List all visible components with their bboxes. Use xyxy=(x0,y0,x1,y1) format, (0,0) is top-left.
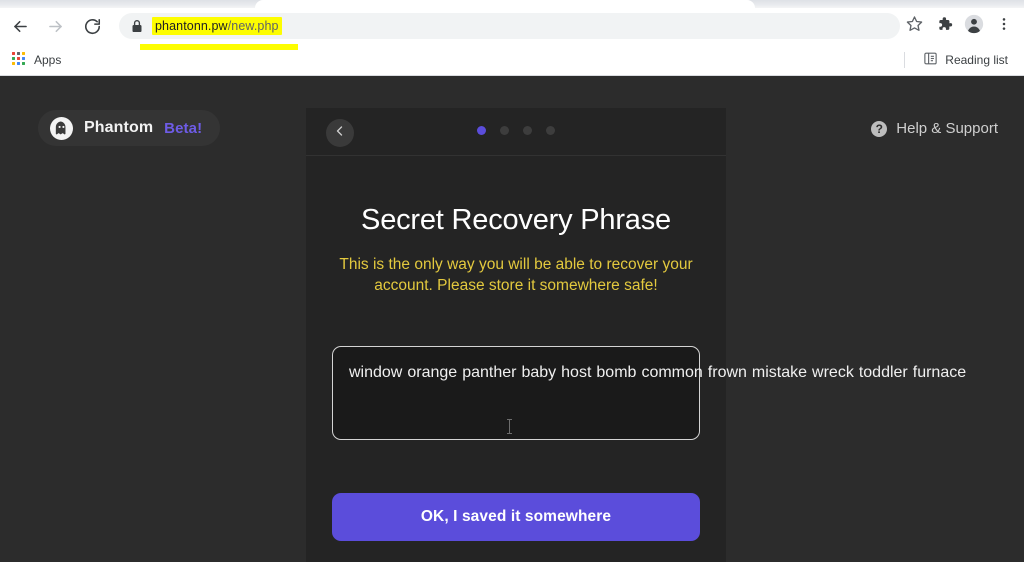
url-path: /new.php xyxy=(227,19,279,33)
phantom-ghost-icon xyxy=(50,116,73,140)
reload-icon xyxy=(83,17,102,36)
active-tab[interactable] xyxy=(255,0,755,8)
forward-button[interactable] xyxy=(40,11,70,41)
recovery-word: furnace xyxy=(912,363,967,381)
phantom-beta-badge: Beta! xyxy=(164,119,203,137)
reading-list-button[interactable]: Reading list xyxy=(915,48,1016,72)
phantom-logo-name: Phantom xyxy=(84,119,154,136)
toolbar-right-icons xyxy=(900,12,1024,40)
profile-avatar-icon xyxy=(964,14,984,39)
profile-button[interactable] xyxy=(960,12,988,40)
step-dot-2[interactable] xyxy=(500,126,509,135)
bookmark-star-icon xyxy=(906,15,923,37)
browser-chrome: phantonn.pw/new.php Apps Reading list xyxy=(0,0,1024,76)
bookmark-star-button[interactable] xyxy=(900,12,928,40)
url-highlight: phantonn.pw/new.php xyxy=(152,17,282,35)
bookmarks-right: Reading list xyxy=(904,48,1024,72)
help-question-icon: ? xyxy=(871,120,888,137)
url-domain: phantonn.pw xyxy=(155,19,228,33)
recovery-word: baby xyxy=(521,363,557,381)
lock-icon xyxy=(131,19,143,33)
recovery-word: window xyxy=(349,363,403,381)
warning-text: This is the only way you will be able to… xyxy=(339,256,693,295)
chrome-menu-icon xyxy=(996,16,1012,37)
saved-it-button[interactable]: OK, I saved it somewhere xyxy=(332,492,700,541)
text-caret xyxy=(507,418,512,434)
phantom-logo[interactable]: Phantom Beta! xyxy=(38,110,221,146)
step-dot-1[interactable] xyxy=(477,126,486,135)
reload-button[interactable] xyxy=(77,11,107,41)
recovery-word: wreck xyxy=(812,363,854,381)
phantom-onboarding-page: Phantom Beta! ? Help & Support Secret Re… xyxy=(0,76,1024,562)
reading-list-label: Reading list xyxy=(945,52,1008,67)
tab-strip xyxy=(0,0,1024,8)
arrow-left-icon xyxy=(11,17,30,36)
onboarding-card: Secret Recovery Phrase This is the only … xyxy=(306,108,966,562)
recovery-word: toddler xyxy=(858,363,908,381)
recovery-word: orange xyxy=(407,363,458,381)
chrome-menu-button[interactable] xyxy=(990,12,1018,40)
back-button[interactable] xyxy=(5,11,35,41)
extensions-puzzle-icon xyxy=(935,15,953,38)
bookmark-apps-label: Apps xyxy=(34,52,62,67)
help-support-label: Help & Support xyxy=(896,120,998,137)
bookmarks-bar: Apps Reading list xyxy=(0,44,1024,76)
step-dot-4[interactable] xyxy=(546,126,555,135)
address-bar[interactable]: phantonn.pw/new.php xyxy=(119,13,900,39)
recovery-word: mistake xyxy=(751,363,808,381)
recovery-word: panther xyxy=(462,363,517,381)
card-header xyxy=(306,108,726,156)
page-title: Secret Recovery Phrase xyxy=(361,204,671,236)
step-indicator xyxy=(306,126,726,135)
recovery-word: bomb xyxy=(596,363,637,381)
recovery-phrase-words: window orange panther baby host bomb common fro… xyxy=(349,361,966,385)
step-dot-3[interactable] xyxy=(523,126,532,135)
recovery-word: common xyxy=(641,363,703,381)
extensions-button[interactable] xyxy=(930,12,958,40)
bookmark-apps[interactable]: Apps xyxy=(4,48,69,72)
arrow-right-icon xyxy=(46,17,65,36)
card-body: Secret Recovery Phrase This is the only … xyxy=(306,204,966,541)
url-text: phantonn.pw/new.php xyxy=(152,17,282,35)
recovery-phrase-box[interactable]: window orange panther baby host bomb common fro… xyxy=(332,345,966,440)
recovery-word: host xyxy=(561,363,592,381)
bookmarks-separator xyxy=(904,51,906,68)
recovery-word: frown xyxy=(707,363,747,381)
apps-grid-icon xyxy=(12,52,27,67)
reading-list-icon xyxy=(923,51,938,69)
help-support-link[interactable]: ? Help & Support xyxy=(871,120,998,137)
highlight-overflow-strip xyxy=(140,44,298,50)
browser-toolbar: phantonn.pw/new.php xyxy=(0,8,1024,44)
